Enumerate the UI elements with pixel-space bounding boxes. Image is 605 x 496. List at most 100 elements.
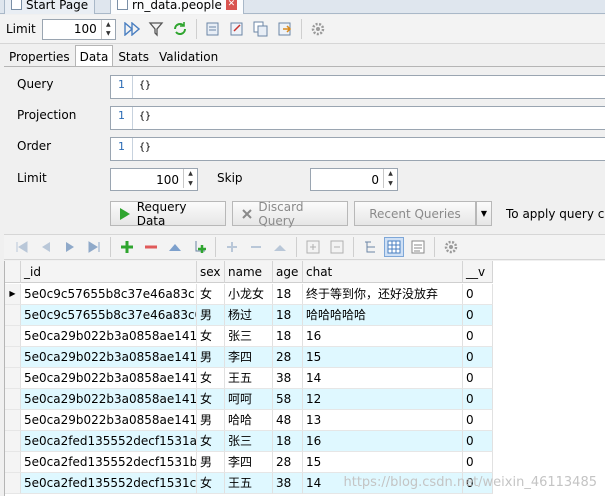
remove-icon[interactable] — [141, 237, 161, 257]
tree-view-icon[interactable] — [360, 237, 380, 257]
row-indicator[interactable] — [5, 452, 21, 473]
move-up-icon[interactable] — [165, 237, 185, 257]
cell-name[interactable]: 小龙女 — [225, 284, 273, 305]
recent-queries-button[interactable]: Recent Queries — [354, 201, 476, 226]
query-limit-spinner[interactable]: ▲ ▼ — [183, 169, 197, 188]
row-indicator[interactable] — [5, 431, 21, 452]
filter-icon[interactable] — [146, 19, 166, 39]
row-indicator[interactable]: ▶ — [5, 284, 21, 305]
order-editor[interactable]: 1 {} — [110, 137, 605, 161]
copy-document-icon[interactable] — [251, 19, 271, 39]
cell-age[interactable]: 18 — [273, 305, 303, 326]
table-row[interactable]: 5e0ca29b022b3a0858ae141a 男哈哈 48 13 0 — [5, 410, 493, 431]
document-edit-icon[interactable] — [227, 19, 247, 39]
limit-input[interactable]: 100 ▲ ▼ — [41, 18, 116, 40]
text-view-icon[interactable] — [408, 237, 428, 257]
close-icon[interactable]: ✕ — [225, 0, 237, 10]
remove-field-icon[interactable] — [246, 237, 266, 257]
cell-name[interactable]: 张三 — [225, 431, 273, 452]
row-indicator[interactable] — [5, 368, 21, 389]
cell-name[interactable]: 哈哈 — [225, 410, 273, 431]
table-row[interactable]: 5e0ca29b022b3a0858ae1417 女张三 18 16 0 — [5, 326, 493, 347]
cell-v[interactable]: 0 — [463, 305, 493, 326]
recent-queries-dropdown[interactable]: ▼ — [476, 201, 492, 226]
cell-v[interactable]: 0 — [463, 326, 493, 347]
row-indicator[interactable] — [5, 410, 21, 431]
cell-name[interactable]: 李四 — [225, 347, 273, 368]
row-indicator[interactable] — [5, 473, 21, 494]
cell-age[interactable]: 18 — [273, 431, 303, 452]
table-row[interactable]: ▶ 5e0c9c57655b8c37e46a83c1 女小龙女 18 终于等到你，还好没… — [5, 284, 493, 305]
projection-editor[interactable]: 1 {} — [110, 106, 605, 130]
previous-record-icon[interactable] — [36, 237, 56, 257]
collapse-icon[interactable] — [327, 237, 347, 257]
cell-chat[interactable]: 15 — [303, 452, 463, 473]
cell-id[interactable]: 5e0ca2fed135552decf1531a — [21, 431, 197, 452]
skip-input[interactable]: 0 ▲ ▼ — [310, 168, 398, 191]
cell-chat[interactable]: 哈哈哈哈哈 — [303, 305, 463, 326]
requery-button[interactable]: Requery Data — [110, 200, 226, 228]
cell-v[interactable]: 0 — [463, 284, 493, 305]
skip-spinner[interactable]: ▲ ▼ — [383, 169, 397, 188]
cell-sex[interactable]: 女 — [197, 368, 225, 389]
cell-sex[interactable]: 男 — [197, 347, 225, 368]
cell-chat[interactable]: 16 — [303, 326, 463, 347]
row-indicator[interactable] — [5, 305, 21, 326]
column-header-v[interactable]: __v — [463, 261, 493, 283]
discard-query-button[interactable]: Discard Query — [232, 200, 348, 228]
cell-age[interactable]: 38 — [273, 368, 303, 389]
cell-id[interactable]: 5e0ca29b022b3a0858ae141a — [21, 410, 197, 431]
cell-name[interactable]: 呵呵 — [225, 389, 273, 410]
table-row[interactable]: 5e0ca29b022b3a0858ae141b 女呵呵 58 12 0 — [5, 389, 493, 410]
cell-name[interactable]: 王五 — [225, 473, 273, 494]
column-header-name[interactable]: name — [225, 261, 273, 283]
next-record-icon[interactable] — [60, 237, 80, 257]
tab-stats[interactable]: Stats — [113, 45, 154, 67]
cell-v[interactable]: 0 — [463, 431, 493, 452]
limit-spinner[interactable]: ▲ ▼ — [100, 19, 115, 39]
query-editor[interactable]: 1 {} — [110, 75, 605, 99]
refresh-icon[interactable] — [170, 19, 190, 39]
cell-name[interactable]: 杨过 — [225, 305, 273, 326]
query-limit-input[interactable]: 100 ▲ ▼ — [110, 168, 198, 191]
fast-forward-icon[interactable] — [122, 19, 142, 39]
last-record-icon[interactable] — [84, 237, 104, 257]
cell-chat[interactable]: 16 — [303, 431, 463, 452]
grid-settings-icon[interactable] — [441, 237, 461, 257]
cell-id[interactable]: 5e0ca29b022b3a0858ae1417 — [21, 326, 197, 347]
cell-age[interactable]: 18 — [273, 284, 303, 305]
tab-validation[interactable]: Validation — [154, 45, 223, 67]
grid-view-icon[interactable] — [384, 237, 404, 257]
field-up-icon[interactable] — [270, 237, 290, 257]
cell-sex[interactable]: 男 — [197, 452, 225, 473]
cell-age[interactable]: 48 — [273, 410, 303, 431]
cell-id[interactable]: 5e0ca29b022b3a0858ae141b — [21, 389, 197, 410]
cell-v[interactable]: 0 — [463, 389, 493, 410]
cell-age[interactable]: 28 — [273, 347, 303, 368]
cell-chat[interactable]: 终于等到你，还好没放弃 — [303, 284, 463, 305]
cell-sex[interactable]: 女 — [197, 389, 225, 410]
row-indicator[interactable] — [5, 326, 21, 347]
cell-v[interactable]: 0 — [463, 452, 493, 473]
table-row[interactable]: 5e0ca2fed135552decf1531a 女张三 18 16 0 — [5, 431, 493, 452]
column-header-chat[interactable]: chat — [303, 261, 463, 283]
table-row[interactable]: 5e0ca29b022b3a0858ae1419 女王五 38 14 0 — [5, 368, 493, 389]
row-indicator[interactable] — [5, 389, 21, 410]
cell-v[interactable]: 0 — [463, 410, 493, 431]
cell-v[interactable]: 0 — [463, 347, 493, 368]
cell-sex[interactable]: 男 — [197, 305, 225, 326]
expand-icon[interactable] — [303, 237, 323, 257]
cell-name[interactable]: 李四 — [225, 452, 273, 473]
export-icon[interactable] — [203, 19, 223, 39]
column-header-id[interactable]: _id — [21, 261, 197, 283]
tab-data[interactable]: Data — [74, 45, 114, 67]
cell-age[interactable]: 58 — [273, 389, 303, 410]
cell-id[interactable]: 5e0ca2fed135552decf1531c — [21, 473, 197, 494]
table-row[interactable]: 5e0ca29b022b3a0858ae1418 男李四 28 15 0 — [5, 347, 493, 368]
column-header-sex[interactable]: sex — [197, 261, 225, 283]
tab-start-page[interactable]: Start Page — [4, 0, 96, 14]
cell-age[interactable]: 38 — [273, 473, 303, 494]
add-field-icon[interactable] — [222, 237, 242, 257]
table-row[interactable]: 5e0ca2fed135552decf1531b 男李四 28 15 0 — [5, 452, 493, 473]
cell-sex[interactable]: 女 — [197, 284, 225, 305]
